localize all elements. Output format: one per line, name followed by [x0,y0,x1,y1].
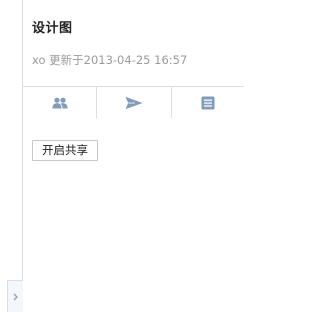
panel-collapse-toggle[interactable] [7,280,23,312]
tab-document[interactable] [172,87,244,118]
send-icon [125,96,143,109]
tab-members[interactable] [23,87,97,119]
enable-sharing-button[interactable]: 开启共享 [32,140,98,161]
left-gutter [0,0,23,312]
chevron-right-icon [13,293,18,300]
side-panel: 设计图 xo 更新于2013-04-25 16:57 开启共享 [23,0,244,312]
app-frame: 设计图 xo 更新于2013-04-25 16:57 开启共享 [0,0,244,312]
document-title: 设计图 [32,21,73,36]
panel-content: 开启共享 [23,118,244,161]
panel-tabs [23,87,244,119]
panel-header: 设计图 xo 更新于2013-04-25 16:57 [23,0,244,87]
document-icon [201,96,215,109]
tab-send[interactable] [97,87,172,118]
updated-info: xo 更新于2013-04-25 16:57 [32,53,188,67]
people-icon [52,97,67,108]
